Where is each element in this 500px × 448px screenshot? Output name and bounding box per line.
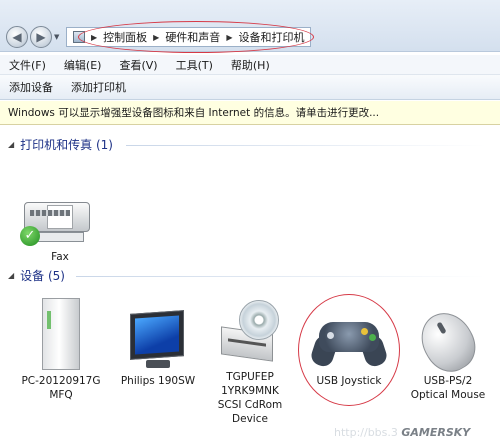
address-bar: ◀ ▶ ▼ ▶ 控制面板 ▶ 硬件和声音 ▶ 设备和打印机 [0, 0, 500, 53]
menu-help[interactable]: 帮助(H) [222, 57, 279, 73]
device-label-line: Optical Mouse [410, 389, 486, 401]
add-printer-button[interactable]: 添加打印机 [62, 79, 135, 95]
device-label-line: 1YRK9MNK [221, 385, 279, 397]
watermark-url: http://bbs.3 [334, 426, 398, 439]
device-label-line: MFQ [49, 389, 73, 401]
menu-tools[interactable]: 工具(T) [167, 57, 222, 73]
chevron-right-icon[interactable]: ▶ [91, 33, 97, 42]
device-mouse[interactable]: USB-PS/2 Optical Mouse [402, 303, 494, 402]
back-button[interactable]: ◀ [6, 26, 28, 48]
breadcrumb-devices-printers[interactable]: 设备和打印机 [238, 29, 304, 45]
breadcrumb-hardware-sound[interactable]: 硬件和声音 [165, 29, 220, 45]
monitor-icon [128, 306, 188, 370]
forward-button[interactable]: ▶ [30, 26, 52, 48]
add-device-button[interactable]: 添加设备 [0, 79, 62, 95]
mouse-icon [411, 303, 485, 381]
device-label-line: PC-20120917G [21, 375, 101, 387]
group-header-devices[interactable]: ◢ 设备 (5) [8, 267, 65, 284]
menu-view[interactable]: 查看(V) [110, 57, 166, 73]
device-fax[interactable]: ✓ Fax [20, 180, 100, 264]
fax-icon: ✓ [20, 180, 100, 246]
device-computer[interactable]: PC-20120917G MFQ [20, 298, 102, 402]
breadcrumb-control-panel[interactable]: 控制面板 [103, 29, 147, 45]
device-label: Fax [51, 251, 69, 263]
info-bar[interactable]: Windows 可以显示增强型设备图标和来自 Internet 的信息。请单击进… [0, 101, 500, 125]
device-label-line: Device [232, 413, 268, 425]
device-usb-joystick[interactable]: USB Joystick [305, 310, 393, 388]
device-cdrom[interactable]: TGPUFEP 1YRK9MNK SCSI CdRom Device [210, 300, 290, 426]
menu-bar: 文件(F) 编辑(E) 查看(V) 工具(T) 帮助(H) [0, 55, 500, 75]
group-divider [126, 145, 486, 146]
device-label-line: TGPUFEP [226, 371, 274, 383]
group-title: 设备 (5) [20, 269, 65, 283]
device-monitor[interactable]: Philips 190SW [116, 306, 200, 388]
arrow-right-icon: ▶ [36, 30, 46, 44]
watermark-brand: GAMERSKY [401, 426, 471, 439]
gamepad-icon [308, 310, 390, 370]
computer-icon [36, 298, 86, 370]
command-bar: 添加设备 添加打印机 [0, 75, 500, 100]
cdrom-drive-icon [217, 300, 283, 366]
collapse-triangle-icon[interactable]: ◢ [8, 140, 14, 149]
menu-edit[interactable]: 编辑(E) [55, 57, 111, 73]
menu-file[interactable]: 文件(F) [0, 57, 55, 73]
arrow-left-icon: ◀ [12, 30, 22, 44]
default-check-icon: ✓ [20, 226, 40, 246]
group-title: 打印机和传真 (1) [20, 138, 113, 152]
device-label-line: USB Joystick [316, 375, 382, 387]
chevron-right-icon[interactable]: ▶ [153, 33, 159, 42]
device-label-line: SCSI CdRom [217, 399, 283, 411]
collapse-triangle-icon[interactable]: ◢ [8, 271, 14, 280]
control-panel-icon [73, 31, 85, 43]
device-label-line: Philips 190SW [120, 375, 196, 387]
group-header-printers[interactable]: ◢ 打印机和传真 (1) [8, 136, 113, 153]
device-label-line: USB-PS/2 [423, 375, 473, 387]
info-bar-text: Windows 可以显示增强型设备图标和来自 Internet 的信息。请单击进… [8, 107, 380, 119]
group-divider [76, 276, 486, 277]
recent-pages-dropdown-icon[interactable]: ▼ [54, 33, 59, 41]
watermark: http://bbs.3 GAMERSKY [334, 426, 470, 439]
chevron-right-icon[interactable]: ▶ [226, 33, 232, 42]
breadcrumb[interactable]: ▶ 控制面板 ▶ 硬件和声音 ▶ 设备和打印机 [66, 27, 311, 47]
